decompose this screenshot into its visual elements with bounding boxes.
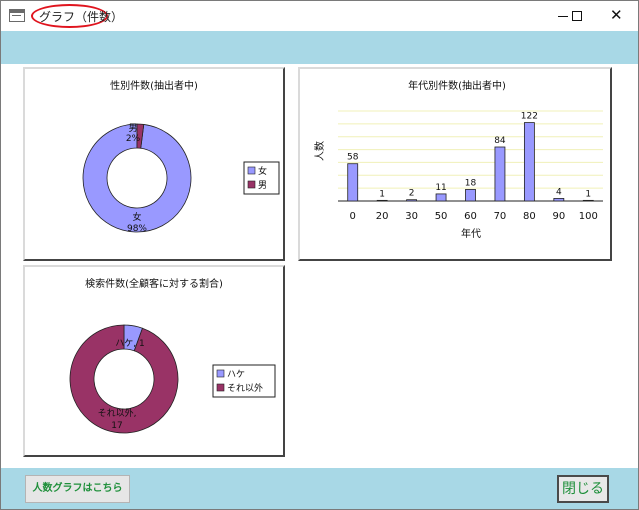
- data-label-category: 女: [132, 211, 141, 223]
- legend-label: ハケ: [227, 369, 245, 380]
- y-axis-label: 人数: [313, 141, 326, 161]
- legend-swatch: [247, 180, 256, 189]
- legend-swatch: [216, 383, 225, 392]
- close-icon: ✕: [610, 6, 623, 24]
- data-label: 2: [409, 189, 415, 199]
- data-label: 4: [556, 187, 562, 197]
- maximize-icon: [572, 11, 582, 21]
- legend-label: 女: [258, 165, 267, 177]
- window-title: グラフ（件数）: [39, 10, 124, 24]
- title-bar[interactable]: グラフ（件数） ✕: [1, 1, 638, 31]
- data-label: 18: [465, 178, 477, 188]
- data-label: それ以外,: [98, 407, 137, 419]
- tick-label: 30: [405, 211, 418, 222]
- bar: [582, 199, 594, 202]
- legend-swatch: [247, 166, 256, 175]
- search-chart-panel: 検索件数(全顧客に対する割合) ハケ, 1 それ以外, 17 ハケ それ以外: [23, 265, 285, 457]
- chart-title: 検索件数(全顧客に対する割合): [85, 277, 223, 290]
- legend-swatch: [216, 369, 225, 378]
- people-graph-button[interactable]: 人数グラフはこちら: [25, 475, 130, 503]
- header-band: [1, 31, 638, 64]
- data-label: 1: [585, 189, 591, 199]
- tick-label: 100: [579, 211, 598, 222]
- tick-label: 70: [494, 211, 507, 222]
- data-label-percent: 2%: [126, 134, 141, 144]
- x-axis-label: 年代: [461, 227, 481, 240]
- search-donut-chart: 検索件数(全顧客に対する割合) ハケ, 1 それ以外, 17 ハケ それ以外: [69, 277, 276, 434]
- chart-title: 年代別件数(抽出者中): [408, 79, 506, 92]
- age-bar-chart: 年代別件数(抽出者中) 58 1 2 11 18 84 122 4 1 0 20 30 50 60 70 8…: [313, 79, 603, 240]
- bar: [494, 146, 506, 202]
- bar: [465, 189, 476, 202]
- data-label: 122: [521, 112, 538, 122]
- form-icon: [9, 9, 25, 22]
- age-chart-panel: 年代別件数(抽出者中) 58 1 2 11 18 84 122 4 1 0 20 30 50 60 70 8…: [298, 67, 612, 261]
- bar: [523, 122, 535, 202]
- app-window: グラフ（件数） ✕ 性別件数(抽出者中) 男 2% 女 98% 女 男 年代別件…: [0, 0, 639, 510]
- data-label: 1: [379, 189, 385, 199]
- tick-label: 90: [552, 211, 565, 222]
- tick-label: 50: [435, 211, 448, 222]
- data-label: 58: [347, 153, 359, 163]
- bar: [406, 199, 418, 202]
- close-window-button[interactable]: ✕: [593, 1, 638, 31]
- data-label-category: 男: [128, 123, 137, 134]
- bar: [347, 163, 359, 202]
- data-label: 17: [111, 421, 122, 431]
- chart-title: 性別件数(抽出者中): [110, 79, 198, 92]
- tick-label: 20: [376, 211, 389, 222]
- legend-label: それ以外: [227, 382, 263, 394]
- legend-label: 男: [258, 180, 267, 191]
- data-label: 84: [494, 136, 506, 146]
- gender-donut-chart: 性別件数(抽出者中) 男 2% 女 98% 女 男: [82, 79, 280, 234]
- bar: [435, 193, 447, 202]
- bar: [553, 198, 565, 202]
- data-label-percent: 98%: [127, 224, 147, 234]
- tick-label: 60: [464, 211, 477, 222]
- data-label: ハケ, 1: [115, 338, 144, 349]
- data-label: 11: [435, 183, 446, 193]
- tick-label: 0: [350, 211, 356, 222]
- bar: [376, 199, 388, 202]
- tick-label: 80: [523, 211, 536, 222]
- gender-chart-panel: 性別件数(抽出者中) 男 2% 女 98% 女 男: [23, 67, 285, 261]
- close-button[interactable]: 閉じる: [557, 475, 609, 503]
